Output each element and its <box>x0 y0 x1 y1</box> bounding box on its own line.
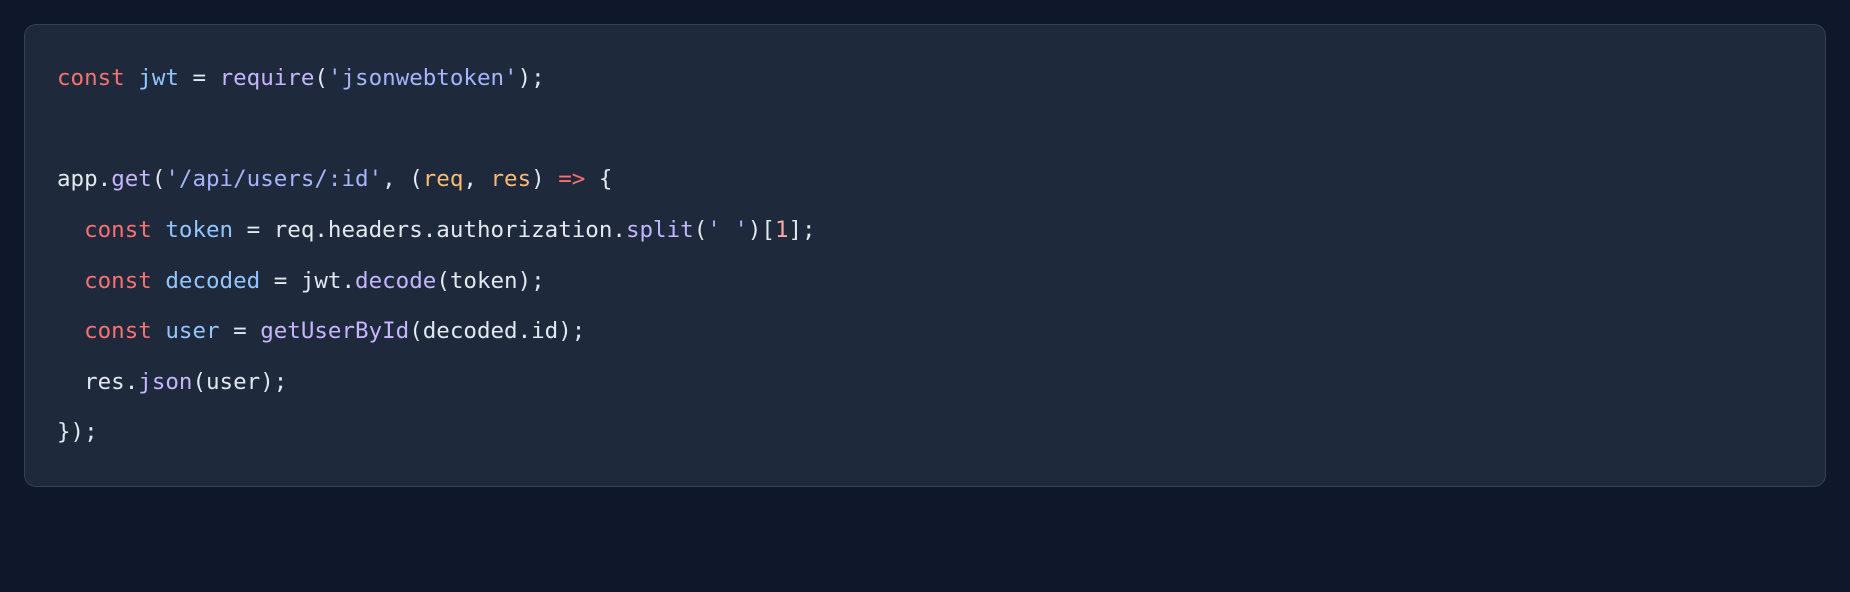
code-token: decode <box>355 268 436 294</box>
code-token: req <box>423 166 464 192</box>
code-token: ( <box>152 166 166 192</box>
code-token: (token); <box>436 268 544 294</box>
code-token: const <box>57 65 138 91</box>
code-line: res.json(user); <box>57 357 1793 408</box>
code-token: const <box>84 217 165 243</box>
code-token: 'jsonwebtoken' <box>328 65 518 91</box>
code-token: , ( <box>382 166 423 192</box>
code-line: const user = getUserById(decoded.id); <box>57 306 1793 357</box>
code-token: decoded <box>165 268 260 294</box>
code-token: split <box>626 217 694 243</box>
code-token: user <box>165 318 219 344</box>
code-content: const jwt = require('jsonwebtoken');app.… <box>57 53 1793 458</box>
code-line: const decoded = jwt.decode(token); <box>57 256 1793 307</box>
code-token: '/api/users/:id' <box>165 166 382 192</box>
code-token: { <box>585 166 612 192</box>
code-token: 1 <box>775 217 789 243</box>
code-token: ( <box>694 217 708 243</box>
code-line: app.get('/api/users/:id', (req, res) => … <box>57 154 1793 205</box>
code-token: => <box>558 166 585 192</box>
code-token: jwt <box>138 65 179 91</box>
code-token: (user); <box>192 369 287 395</box>
code-token: json <box>138 369 192 395</box>
code-token: ( <box>314 65 328 91</box>
code-line <box>57 104 1793 155</box>
code-token: ]; <box>789 217 816 243</box>
code-token: const <box>84 268 165 294</box>
code-token: app. <box>57 166 111 192</box>
code-token: = <box>179 65 220 91</box>
code-line: }); <box>57 407 1793 458</box>
code-token: = <box>220 318 261 344</box>
code-token: const <box>84 318 165 344</box>
code-line: const token = req.headers.authorization.… <box>57 205 1793 256</box>
code-token: , <box>463 166 490 192</box>
code-token: = req.headers.authorization. <box>233 217 626 243</box>
code-token: )[ <box>748 217 775 243</box>
code-token: token <box>165 217 233 243</box>
code-token: = jwt. <box>260 268 355 294</box>
code-token: res <box>491 166 532 192</box>
code-block: const jwt = require('jsonwebtoken');app.… <box>24 24 1826 487</box>
code-token: getUserById <box>260 318 409 344</box>
code-token: get <box>111 166 152 192</box>
code-token: (decoded.id); <box>409 318 585 344</box>
code-token: }); <box>57 419 98 445</box>
code-token: res. <box>84 369 138 395</box>
code-line: const jwt = require('jsonwebtoken'); <box>57 53 1793 104</box>
code-token: ); <box>518 65 545 91</box>
code-token: require <box>220 65 315 91</box>
code-token: ) <box>531 166 558 192</box>
code-token: ' ' <box>707 217 748 243</box>
